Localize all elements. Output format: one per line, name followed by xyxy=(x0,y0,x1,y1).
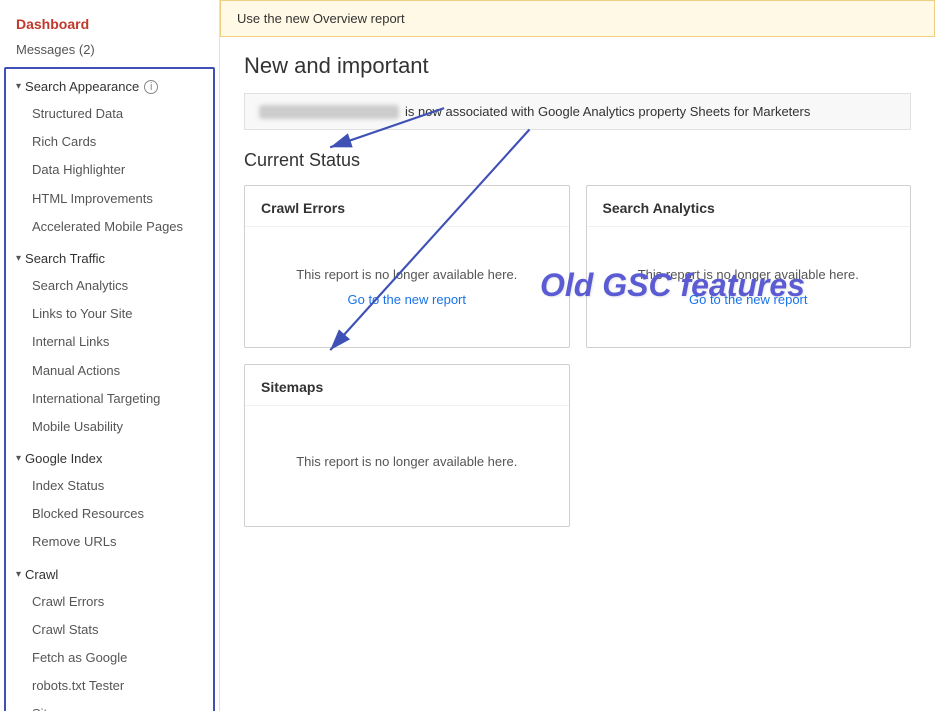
sidebar-item-robots-txt-tester[interactable]: robots.txt Tester xyxy=(6,672,213,700)
sidebar: Dashboard Messages (2) ▾ Search Appearan… xyxy=(0,0,220,711)
arrow-icon: ▾ xyxy=(16,81,21,92)
sidebar-item-blocked-resources[interactable]: Blocked Resources xyxy=(6,500,213,528)
sidebar-item-crawl-errors[interactable]: Crawl Errors xyxy=(6,588,213,616)
sidebar-item-crawl-stats[interactable]: Crawl Stats xyxy=(6,616,213,644)
search-analytics-card-body: This report is no longer available here.… xyxy=(587,227,911,347)
notification-bar: is now associated with Google Analytics … xyxy=(244,93,911,130)
sitemaps-card: Sitemaps This report is no longer availa… xyxy=(244,364,570,527)
sidebar-item-rich-cards[interactable]: Rich Cards xyxy=(6,128,213,156)
notification-text: is now associated with Google Analytics … xyxy=(405,104,810,119)
new-important-title: New and important xyxy=(244,53,911,79)
sidebar-section-search-traffic[interactable]: ▾ Search Traffic xyxy=(6,245,213,272)
sidebar-item-mobile-usability[interactable]: Mobile Usability xyxy=(6,413,213,441)
info-icon: i xyxy=(144,80,158,94)
main-body: New and important is now associated with… xyxy=(220,37,935,543)
search-traffic-label: Search Traffic xyxy=(25,251,105,266)
sidebar-bordered-section: ▾ Search Appearance i Structured Data Ri… xyxy=(4,67,215,711)
crawl-errors-card-body: This report is no longer available here.… xyxy=(245,227,569,347)
sidebar-messages[interactable]: Messages (2) xyxy=(0,38,219,67)
arrow-icon: ▾ xyxy=(16,453,21,464)
sitemaps-card-header: Sitemaps xyxy=(245,365,569,406)
sidebar-item-structured-data[interactable]: Structured Data xyxy=(6,100,213,128)
sidebar-item-index-status[interactable]: Index Status xyxy=(6,472,213,500)
sidebar-item-remove-urls[interactable]: Remove URLs xyxy=(6,528,213,556)
sidebar-item-sitemaps[interactable]: Sitemaps xyxy=(6,700,213,711)
sidebar-item-manual-actions[interactable]: Manual Actions xyxy=(6,357,213,385)
blurred-domain xyxy=(259,105,399,119)
sidebar-dashboard[interactable]: Dashboard xyxy=(0,10,219,38)
crawl-errors-card-header: Crawl Errors xyxy=(245,186,569,227)
sidebar-item-fetch-as-google[interactable]: Fetch as Google xyxy=(6,644,213,672)
sidebar-item-internal-links[interactable]: Internal Links xyxy=(6,328,213,356)
cards-grid: Crawl Errors This report is no longer av… xyxy=(244,185,911,527)
search-analytics-new-report-link[interactable]: Go to the new report xyxy=(689,292,808,307)
sidebar-section-search-appearance[interactable]: ▾ Search Appearance i xyxy=(6,73,213,100)
sidebar-item-international-targeting[interactable]: International Targeting xyxy=(6,385,213,413)
arrow-icon: ▾ xyxy=(16,569,21,580)
google-index-label: Google Index xyxy=(25,451,102,466)
sidebar-item-search-analytics[interactable]: Search Analytics xyxy=(6,272,213,300)
arrow-icon: ▾ xyxy=(16,253,21,264)
search-analytics-card-header: Search Analytics xyxy=(587,186,911,227)
sitemaps-card-body: This report is no longer available here. xyxy=(245,406,569,526)
overview-banner[interactable]: Use the new Overview report xyxy=(220,0,935,37)
main-content-area: Use the new Overview report New and impo… xyxy=(220,0,935,711)
sitemaps-no-report: This report is no longer available here. xyxy=(296,454,517,469)
search-analytics-no-report: This report is no longer available here. xyxy=(638,267,859,282)
sidebar-item-accelerated-mobile-pages[interactable]: Accelerated Mobile Pages xyxy=(6,213,213,241)
sidebar-section-crawl[interactable]: ▾ Crawl xyxy=(6,561,213,588)
sidebar-section-google-index[interactable]: ▾ Google Index xyxy=(6,445,213,472)
crawl-label: Crawl xyxy=(25,567,58,582)
sidebar-item-html-improvements[interactable]: HTML Improvements xyxy=(6,185,213,213)
crawl-errors-no-report: This report is no longer available here. xyxy=(296,267,517,282)
sidebar-item-links-to-your-site[interactable]: Links to Your Site xyxy=(6,300,213,328)
crawl-errors-card: Crawl Errors This report is no longer av… xyxy=(244,185,570,348)
sidebar-item-data-highlighter[interactable]: Data Highlighter xyxy=(6,156,213,184)
search-appearance-label: Search Appearance xyxy=(25,79,139,94)
crawl-errors-new-report-link[interactable]: Go to the new report xyxy=(347,292,466,307)
current-status-title: Current Status xyxy=(244,150,911,171)
search-analytics-card: Search Analytics This report is no longe… xyxy=(586,185,912,348)
